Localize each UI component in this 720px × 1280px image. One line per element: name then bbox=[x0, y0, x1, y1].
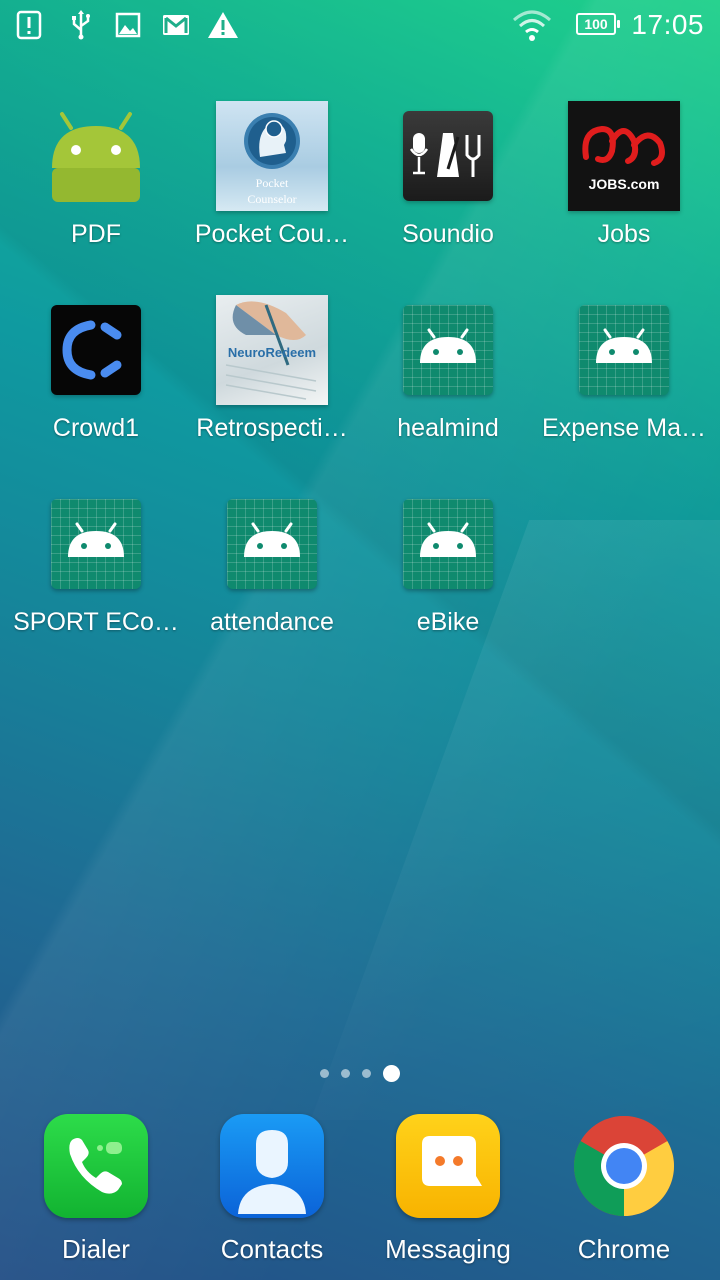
svg-text:Counselor: Counselor bbox=[247, 192, 296, 206]
page-dot[interactable] bbox=[341, 1069, 350, 1079]
dock-label: Messaging bbox=[385, 1234, 511, 1264]
chrome-icon bbox=[574, 1116, 674, 1216]
app-label: Crowd1 bbox=[52, 414, 140, 442]
app-label: SPORT ECo… bbox=[13, 608, 179, 636]
dock-label: Chrome bbox=[577, 1234, 671, 1264]
android-placeholder-icon bbox=[403, 305, 493, 395]
messaging-icon bbox=[396, 1114, 500, 1218]
dock-label: Dialer bbox=[62, 1234, 130, 1264]
jobs-icon: JOBS.com bbox=[568, 101, 680, 211]
usb-icon bbox=[68, 10, 94, 45]
app-pocket-counselor[interactable]: Pocket Counselor Pocket Cou… bbox=[184, 100, 360, 249]
warning-icon bbox=[207, 10, 239, 45]
app-attendance[interactable]: attendance bbox=[184, 488, 360, 637]
pocket-counselor-icon-text: Pocket bbox=[256, 176, 289, 190]
dock-chrome[interactable]: Chrome bbox=[536, 1112, 712, 1265]
pocket-counselor-icon: Pocket Counselor bbox=[216, 101, 328, 211]
dock-messaging[interactable]: Messaging bbox=[360, 1112, 536, 1265]
app-label: attendance bbox=[210, 608, 334, 636]
gmail-icon bbox=[161, 10, 191, 45]
app-label: healmind bbox=[397, 414, 499, 442]
svg-text:NeuroRedeem: NeuroRedeem bbox=[228, 345, 316, 360]
app-label: PDF bbox=[71, 220, 121, 248]
crowd1-icon bbox=[51, 305, 141, 395]
app-label: Retrospecti… bbox=[196, 414, 348, 442]
clock: 17:05 bbox=[631, 9, 704, 40]
phone-icon bbox=[44, 1114, 148, 1218]
contacts-icon bbox=[220, 1114, 324, 1218]
app-sport-ecommerce[interactable]: SPORT ECo… bbox=[8, 488, 184, 637]
android-placeholder-icon bbox=[227, 499, 317, 589]
soundio-icon bbox=[403, 111, 493, 201]
app-crowd1[interactable]: Crowd1 bbox=[8, 294, 184, 443]
page-dot[interactable] bbox=[320, 1069, 329, 1079]
app-ebike[interactable]: eBike bbox=[360, 488, 536, 637]
image-icon bbox=[115, 10, 141, 45]
page-dot-active[interactable] bbox=[383, 1065, 400, 1083]
app-retrospective[interactable]: NeuroRedeem Retrospecti… bbox=[184, 294, 360, 443]
app-label: Expense Ma… bbox=[542, 414, 706, 442]
neuroredeem-icon: NeuroRedeem bbox=[216, 295, 328, 405]
app-pdf[interactable]: PDF bbox=[8, 100, 184, 249]
app-label: Soundio bbox=[402, 220, 494, 248]
svg-text:JOBS.com: JOBS.com bbox=[589, 176, 660, 192]
dock-label: Contacts bbox=[220, 1234, 324, 1264]
app-soundio[interactable]: Soundio bbox=[360, 100, 536, 249]
android-robot-icon bbox=[52, 112, 140, 202]
app-label: eBike bbox=[416, 608, 480, 636]
status-bar: 100 17:05 bbox=[0, 0, 720, 52]
dock-contacts[interactable]: Contacts bbox=[184, 1112, 360, 1265]
battery-icon: 100 bbox=[576, 13, 620, 35]
page-indicator[interactable] bbox=[0, 1065, 720, 1083]
android-placeholder-icon bbox=[579, 305, 669, 395]
app-label: Jobs bbox=[597, 220, 651, 248]
app-expense-manager[interactable]: Expense Ma… bbox=[536, 294, 712, 443]
wifi-icon bbox=[512, 8, 552, 49]
app-healmind[interactable]: healmind bbox=[360, 294, 536, 443]
app-jobs[interactable]: JOBS.com Jobs bbox=[536, 100, 712, 249]
android-placeholder-icon bbox=[403, 499, 493, 589]
dock-dialer[interactable]: Dialer bbox=[8, 1112, 184, 1265]
notification-alert-icon bbox=[16, 10, 42, 45]
android-placeholder-icon bbox=[51, 499, 141, 589]
page-dot[interactable] bbox=[362, 1069, 371, 1079]
app-label: Pocket Cou… bbox=[194, 220, 350, 248]
